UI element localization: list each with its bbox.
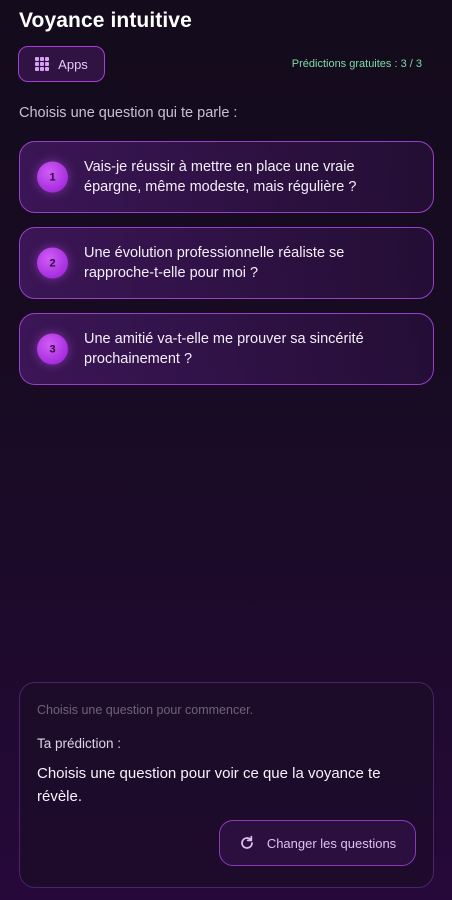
apps-button[interactable]: Apps bbox=[18, 46, 105, 82]
question-number-badge: 1 bbox=[37, 161, 68, 193]
prediction-text: Choisis une question pour voir ce que la… bbox=[37, 765, 381, 805]
change-questions-button[interactable]: Changer les questions bbox=[219, 820, 416, 866]
question-card-3[interactable]: 3 Une amitié va-t-elle me prouver sa sin… bbox=[19, 313, 434, 385]
change-questions-label: Changer les questions bbox=[266, 835, 397, 851]
question-card-1[interactable]: 1 Vais-je réussir à mettre en place une … bbox=[19, 141, 434, 213]
question-text: Une évolution professionnelle réaliste s… bbox=[84, 245, 345, 281]
question-text: Vais-je réussir à mettre en place une vr… bbox=[84, 159, 357, 195]
grid-icon bbox=[35, 57, 50, 71]
question-prompt: Choisis une question qui te parle : bbox=[19, 105, 238, 121]
question-card-2[interactable]: 2 Une évolution professionnelle réaliste… bbox=[19, 227, 434, 299]
refresh-icon bbox=[241, 835, 253, 849]
question-number-badge: 3 bbox=[37, 333, 68, 365]
prediction-panel: Choisis une question pour commencer. Ta … bbox=[19, 682, 434, 888]
page-title: Voyance intuitive bbox=[19, 9, 192, 32]
question-number-badge: 2 bbox=[37, 247, 68, 279]
apps-button-label: Apps bbox=[58, 56, 88, 72]
status-message: Choisis une question pour commencer. bbox=[37, 703, 254, 717]
prediction-label: Ta prédiction : bbox=[37, 736, 122, 751]
question-text: Une amitié va-t-elle me prouver sa sincé… bbox=[84, 331, 364, 367]
free-predictions-counter: Prédictions gratuites : 3 / 3 bbox=[291, 58, 422, 70]
